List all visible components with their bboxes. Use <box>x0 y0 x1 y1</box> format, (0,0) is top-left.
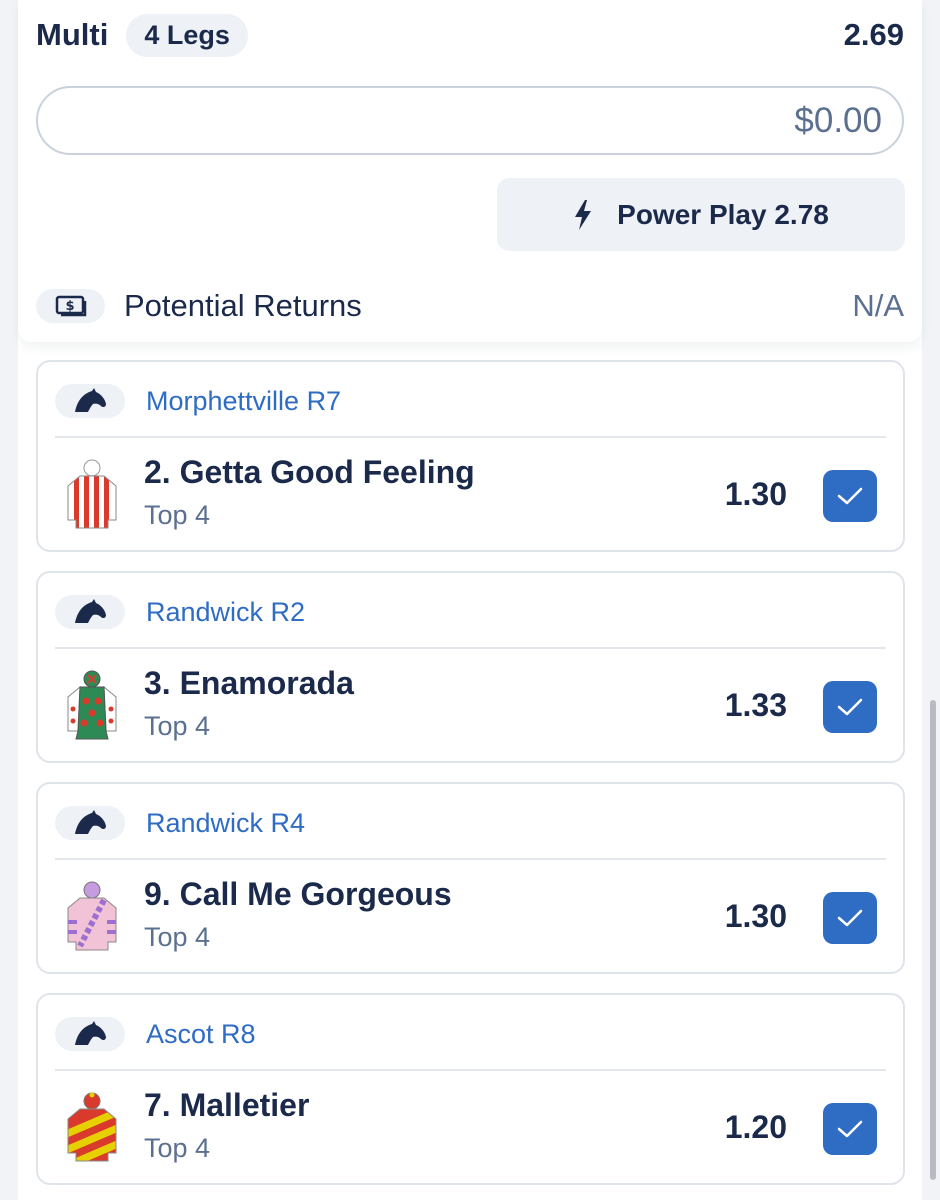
leg-card: Ascot R8 7. Malletier Top 4 1.20 <box>36 993 905 1185</box>
checkmark-icon <box>837 1120 863 1138</box>
cash-returns-icon: $ <box>36 289 105 323</box>
legs-count-badge: 4 Legs <box>126 13 248 57</box>
leg-odds: 1.33 <box>724 687 787 723</box>
race-name-link[interactable]: Randwick R4 <box>146 808 305 839</box>
checkmark-icon <box>837 698 863 716</box>
leg-odds: 1.30 <box>724 898 787 934</box>
checkmark-icon <box>837 909 863 927</box>
selection-checkbox[interactable] <box>823 470 877 522</box>
divider <box>55 647 886 649</box>
leg-odds: 1.20 <box>724 1109 787 1145</box>
market-type: Top 4 <box>144 500 211 530</box>
potential-returns-row: $ Potential Returns N/A <box>36 284 904 328</box>
stake-value: $0.00 <box>794 100 882 140</box>
stake-input[interactable]: $0.00 <box>36 86 904 155</box>
selection-checkbox[interactable] <box>823 681 877 733</box>
divider <box>55 858 886 860</box>
checkmark-icon <box>837 487 863 505</box>
runner-name: 2. Getta Good Feeling <box>144 454 475 490</box>
race-name-link[interactable]: Morphettville R7 <box>146 386 341 417</box>
bet-slip-header: Multi 4 Legs 2.69 <box>36 13 904 57</box>
leg-card: Morphettville R7 2. Getta Good Feeling T… <box>36 360 905 552</box>
runner-name: 7. Malletier <box>144 1087 310 1123</box>
power-play-label: Power Play 2.78 <box>617 198 829 230</box>
bet-type-title: Multi <box>36 17 109 52</box>
runner-name: 3. Enamorada <box>144 665 354 701</box>
total-odds: 2.69 <box>843 17 904 52</box>
runner-name: 9. Call Me Gorgeous <box>144 876 452 912</box>
leg-card: Randwick R4 9. Call Me Gorgeous Top 4 1.… <box>36 782 905 974</box>
divider <box>55 436 886 438</box>
divider <box>55 1069 886 1071</box>
jockey-silk-red-white-stripes-icon <box>67 459 117 529</box>
market-type: Top 4 <box>144 1133 211 1163</box>
selection-checkbox[interactable] <box>823 892 877 944</box>
svg-text:$: $ <box>65 299 74 314</box>
lightning-bolt-icon <box>575 199 592 230</box>
scrollbar[interactable] <box>930 700 936 1180</box>
horse-racing-icon <box>55 595 125 629</box>
jockey-silk-pink-purple-sash-icon <box>67 881 117 951</box>
selection-checkbox[interactable] <box>823 1103 877 1155</box>
horse-racing-icon <box>55 384 125 418</box>
power-play-button[interactable]: Power Play 2.78 <box>497 178 905 251</box>
potential-returns-value: N/A <box>852 288 904 323</box>
race-name-link[interactable]: Ascot R8 <box>146 1019 256 1050</box>
leg-card: Randwick R2 3. Enamorada Top 4 1.33 <box>36 571 905 763</box>
potential-returns-label: Potential Returns <box>124 288 362 323</box>
page-background-left <box>0 0 18 1200</box>
market-type: Top 4 <box>144 922 211 952</box>
jockey-silk-red-yellow-hoops-icon <box>67 1092 117 1162</box>
jockey-silk-green-red-stars-icon <box>67 670 117 740</box>
horse-racing-icon <box>55 1017 125 1051</box>
leg-odds: 1.30 <box>724 476 787 512</box>
race-name-link[interactable]: Randwick R2 <box>146 597 305 628</box>
horse-racing-icon <box>55 806 125 840</box>
market-type: Top 4 <box>144 711 211 741</box>
